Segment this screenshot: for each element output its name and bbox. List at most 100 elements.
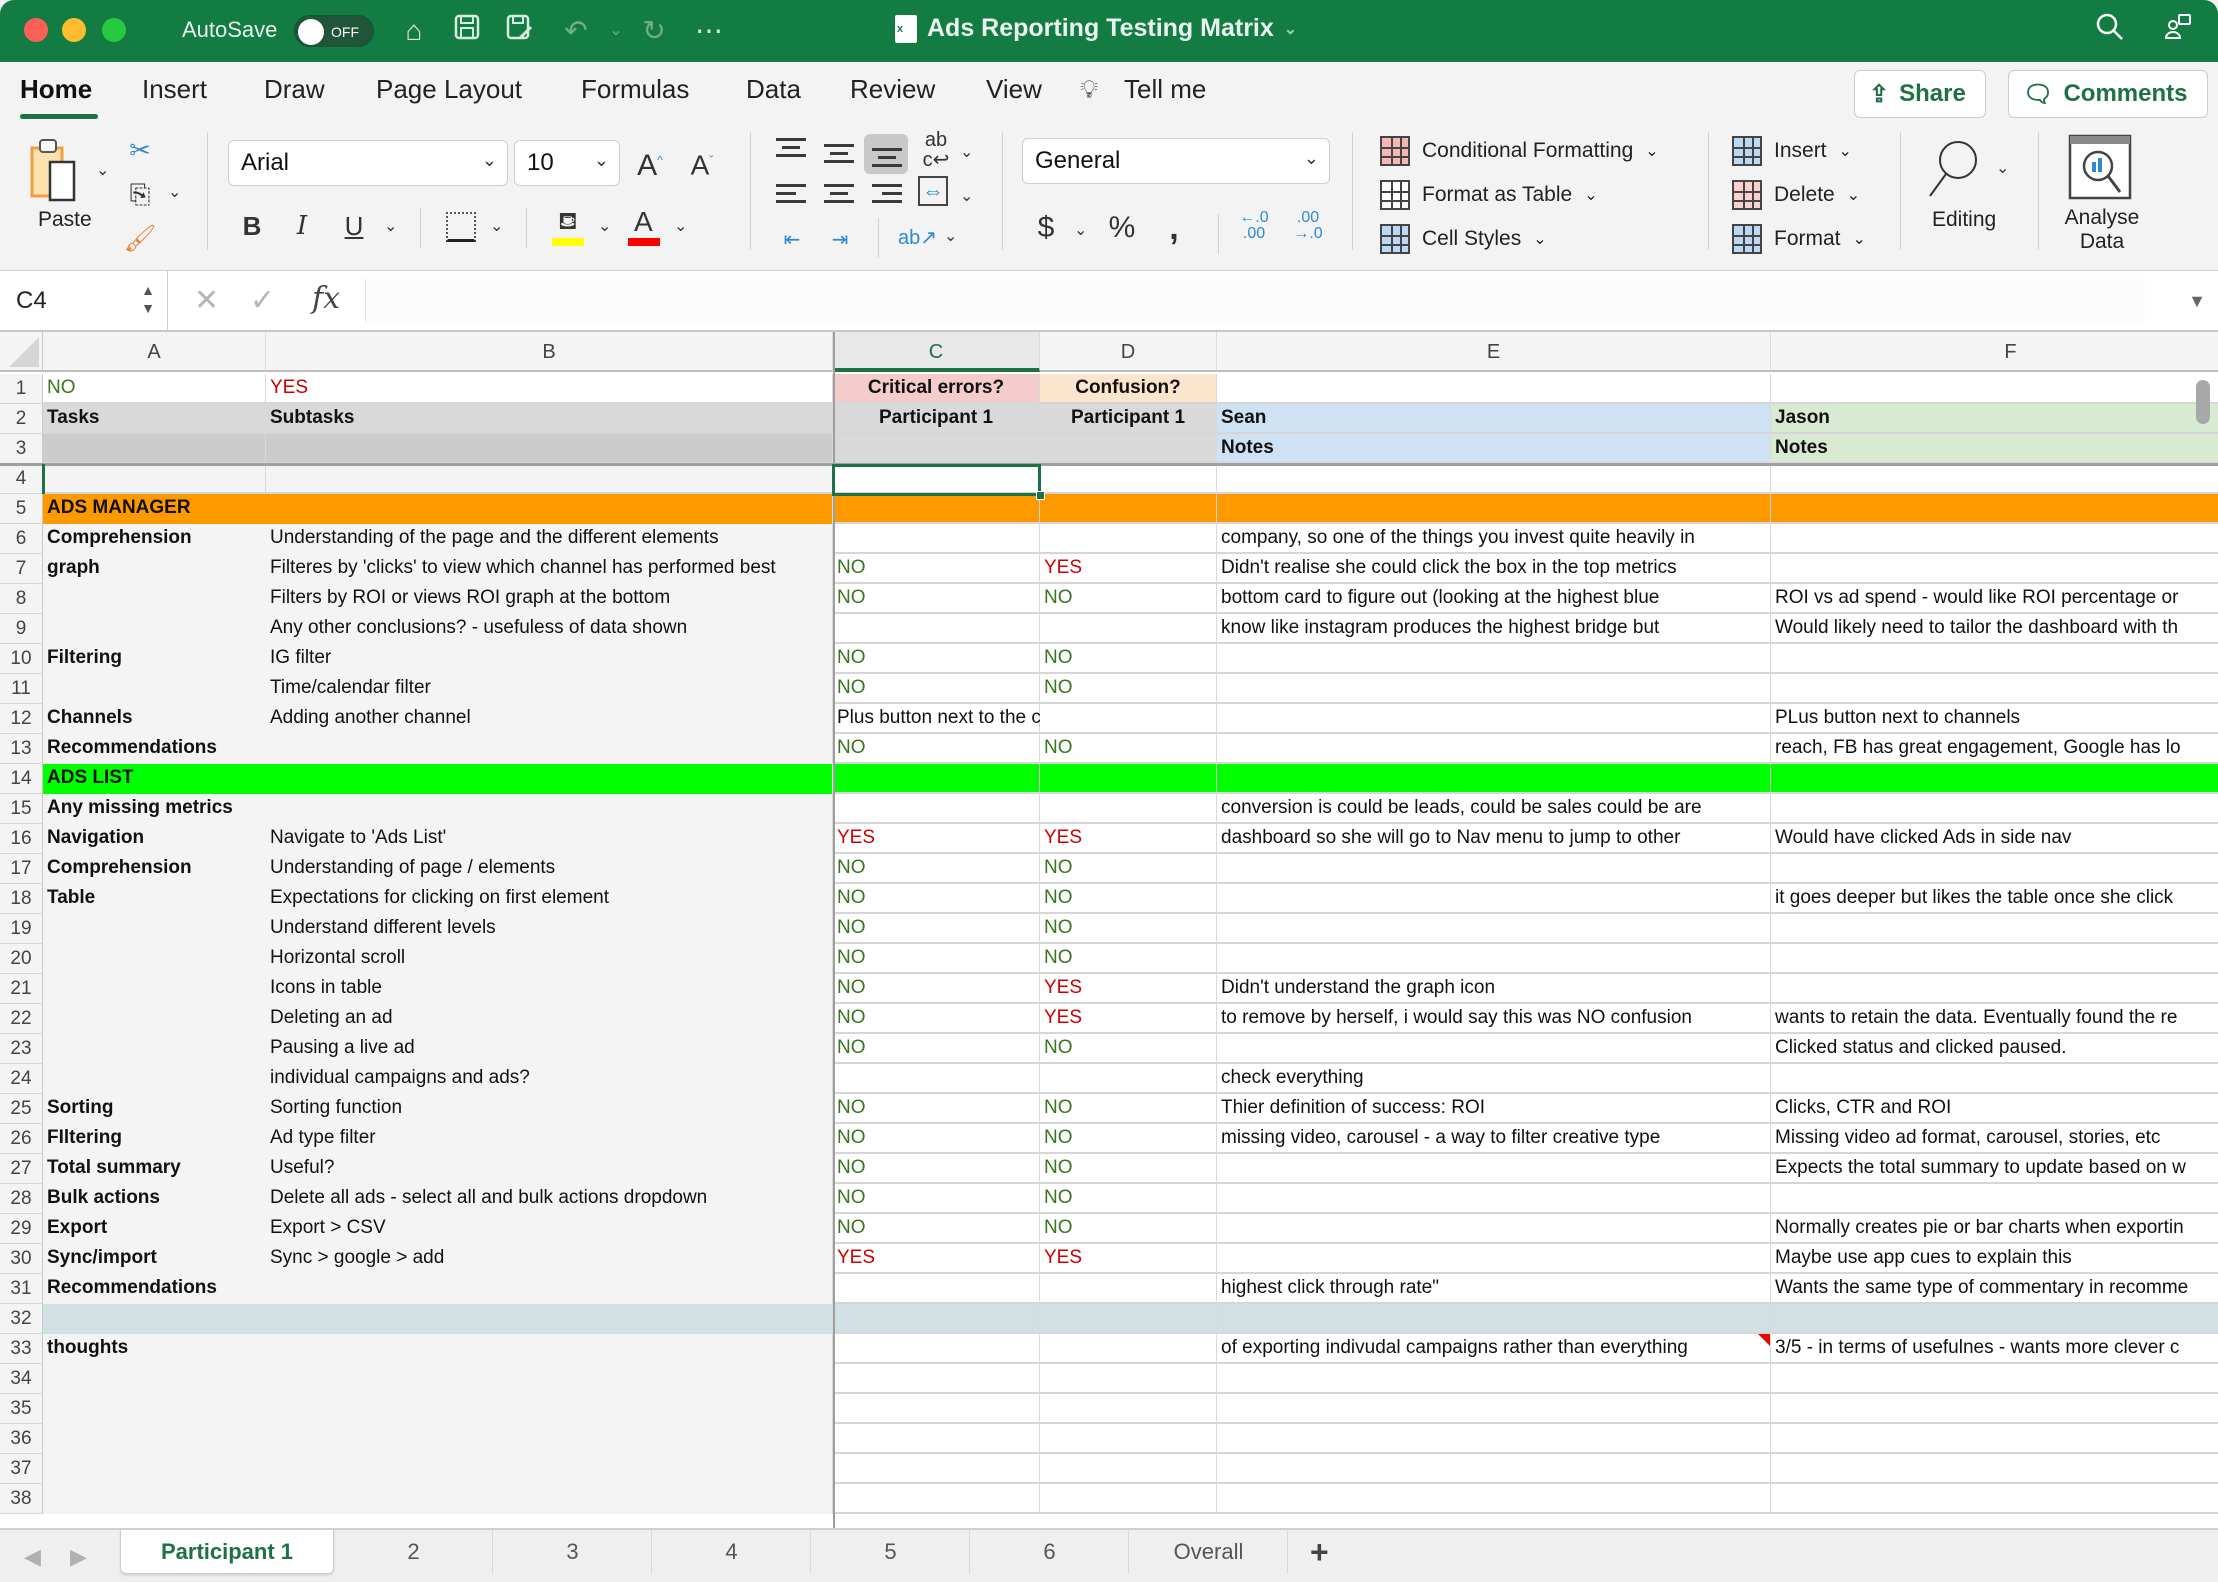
cell-d9[interactable] — [1040, 614, 1217, 644]
cell-d34[interactable] — [1040, 1364, 1217, 1394]
cell-b33[interactable] — [266, 1334, 833, 1364]
align-top-icon[interactable] — [776, 138, 806, 162]
cell-e19[interactable] — [1217, 914, 1771, 944]
row-header-29[interactable]: 29 — [0, 1214, 43, 1244]
wrap-text-dropdown-chevron-icon[interactable]: ⌄ — [960, 142, 973, 162]
font-name-select[interactable]: Arial ⌄ — [228, 140, 508, 186]
row-header-10[interactable]: 10 — [0, 644, 43, 674]
cell-c27[interactable]: NO — [833, 1154, 1040, 1184]
cell-d18[interactable]: NO — [1040, 884, 1217, 914]
increase-decimal-icon[interactable]: ←.0.00 — [1236, 210, 1272, 246]
cell-f35[interactable] — [1771, 1394, 2218, 1424]
cell-a17[interactable]: Comprehension — [43, 854, 266, 884]
percent-icon[interactable]: % — [1104, 210, 1140, 246]
analyse-data-button[interactable] — [2068, 134, 2134, 204]
cell-f2[interactable]: Jason — [1771, 404, 2218, 434]
row-header-11[interactable]: 11 — [0, 674, 43, 704]
row-header-8[interactable]: 8 — [0, 584, 43, 614]
insert-function-icon[interactable]: fx — [312, 281, 340, 316]
copy-icon[interactable]: ⎘ — [122, 176, 158, 212]
cell-c3[interactable] — [833, 434, 1040, 464]
cell-a10[interactable]: Filtering — [43, 644, 266, 674]
font-size-select[interactable]: 10 ⌄ — [514, 140, 620, 186]
cell-c30[interactable]: YES — [833, 1244, 1040, 1274]
cell-e11[interactable] — [1217, 674, 1771, 704]
cell-b3[interactable] — [266, 434, 833, 464]
formula-input[interactable] — [365, 279, 2145, 323]
cell-e37[interactable] — [1217, 1454, 1771, 1484]
cell-b14[interactable] — [266, 764, 833, 794]
document-title[interactable]: Ads Reporting Testing Matrix ⌄ — [895, 14, 1297, 43]
fill-handle[interactable] — [1036, 491, 1045, 500]
cell-f6[interactable] — [1771, 524, 2218, 554]
minimize-window-button[interactable] — [62, 18, 86, 42]
cell-b9[interactable]: Any other conclusions? - usefuless of da… — [266, 614, 833, 644]
tab-insert[interactable]: Insert — [142, 74, 207, 105]
cell-a27[interactable]: Total summary — [43, 1154, 266, 1184]
tab-view[interactable]: View — [986, 74, 1042, 105]
sheet-tab-6[interactable]: 6 — [971, 1530, 1129, 1574]
cell-d35[interactable] — [1040, 1394, 1217, 1424]
cell-a4[interactable] — [43, 464, 266, 494]
cell-a36[interactable] — [43, 1424, 266, 1454]
cell-d7[interactable]: YES — [1040, 554, 1217, 584]
row-header-9[interactable]: 9 — [0, 614, 43, 644]
column-header-f[interactable]: F — [1771, 332, 2218, 372]
cell-f14[interactable] — [1771, 764, 2218, 794]
cell-c34[interactable] — [833, 1364, 1040, 1394]
vertical-scrollbar[interactable] — [2196, 380, 2210, 424]
row-header-30[interactable]: 30 — [0, 1244, 43, 1274]
cell-f9[interactable]: Would likely need to tailor the dashboar… — [1771, 614, 2218, 644]
cell-b23[interactable]: Pausing a live ad — [266, 1034, 833, 1064]
cell-a26[interactable]: FIltering — [43, 1124, 266, 1154]
cell-a30[interactable]: Sync/import — [43, 1244, 266, 1274]
cell-c28[interactable]: NO — [833, 1184, 1040, 1214]
cell-c20[interactable]: NO — [833, 944, 1040, 974]
cell-a18[interactable]: Table — [43, 884, 266, 914]
cell-c25[interactable]: NO — [833, 1094, 1040, 1124]
decrease-font-size-icon[interactable]: Aˇ — [684, 142, 720, 180]
cell-b4[interactable] — [266, 464, 833, 494]
cell-f22[interactable]: wants to retain the data. Eventually fou… — [1771, 1004, 2218, 1034]
cell-a35[interactable] — [43, 1394, 266, 1424]
cell-a9[interactable] — [43, 614, 266, 644]
cell-f12[interactable]: PLus button next to channels — [1771, 704, 2218, 734]
row-header-28[interactable]: 28 — [0, 1184, 43, 1214]
cell-d28[interactable]: NO — [1040, 1184, 1217, 1214]
column-header-b[interactable]: B — [266, 332, 833, 372]
row-header-17[interactable]: 17 — [0, 854, 43, 884]
row-header-5[interactable]: 5 — [0, 494, 43, 524]
row-header-4[interactable]: 4 — [0, 464, 43, 494]
cell-f25[interactable]: Clicks, CTR and ROI — [1771, 1094, 2218, 1124]
cell-b37[interactable] — [266, 1454, 833, 1484]
row-header-16[interactable]: 16 — [0, 824, 43, 854]
cell-d32[interactable] — [1040, 1304, 1217, 1334]
cell-d12[interactable] — [1040, 704, 1217, 734]
cell-b29[interactable]: Export > CSV — [266, 1214, 833, 1244]
cell-f11[interactable] — [1771, 674, 2218, 704]
cell-b28[interactable]: Delete all ads - select all and bulk act… — [266, 1184, 833, 1214]
cell-f4[interactable] — [1771, 464, 2218, 494]
cell-b1[interactable]: YES — [266, 374, 833, 404]
cell-f37[interactable] — [1771, 1454, 2218, 1484]
cell-b25[interactable]: Sorting function — [266, 1094, 833, 1124]
cell-a33[interactable]: thoughts — [43, 1334, 266, 1364]
cell-b24[interactable]: individual campaigns and ads? — [266, 1064, 833, 1094]
cell-e8[interactable]: bottom card to figure out (looking at th… — [1217, 584, 1771, 614]
cell-d5[interactable] — [1040, 494, 1217, 524]
cell-a28[interactable]: Bulk actions — [43, 1184, 266, 1214]
cell-e26[interactable]: missing video, carousel - a way to filte… — [1217, 1124, 1771, 1154]
orientation-dropdown-chevron-icon[interactable]: ⌄ — [944, 226, 957, 246]
cell-a19[interactable] — [43, 914, 266, 944]
tab-data[interactable]: Data — [746, 74, 801, 105]
cell-f13[interactable]: reach, FB has great engagement, Google h… — [1771, 734, 2218, 764]
cell-a21[interactable] — [43, 974, 266, 1004]
cell-d6[interactable] — [1040, 524, 1217, 554]
cell-e6[interactable]: company, so one of the things you invest… — [1217, 524, 1771, 554]
column-header-c[interactable]: C — [833, 332, 1040, 372]
cell-e15[interactable]: conversion is could be leads, could be s… — [1217, 794, 1771, 824]
decrease-decimal-icon[interactable]: .00 →.0 — [1290, 210, 1326, 246]
copy-dropdown-chevron-icon[interactable]: ⌄ — [168, 182, 181, 202]
column-header-a[interactable]: A — [43, 332, 266, 372]
cell-a38[interactable] — [43, 1484, 266, 1514]
